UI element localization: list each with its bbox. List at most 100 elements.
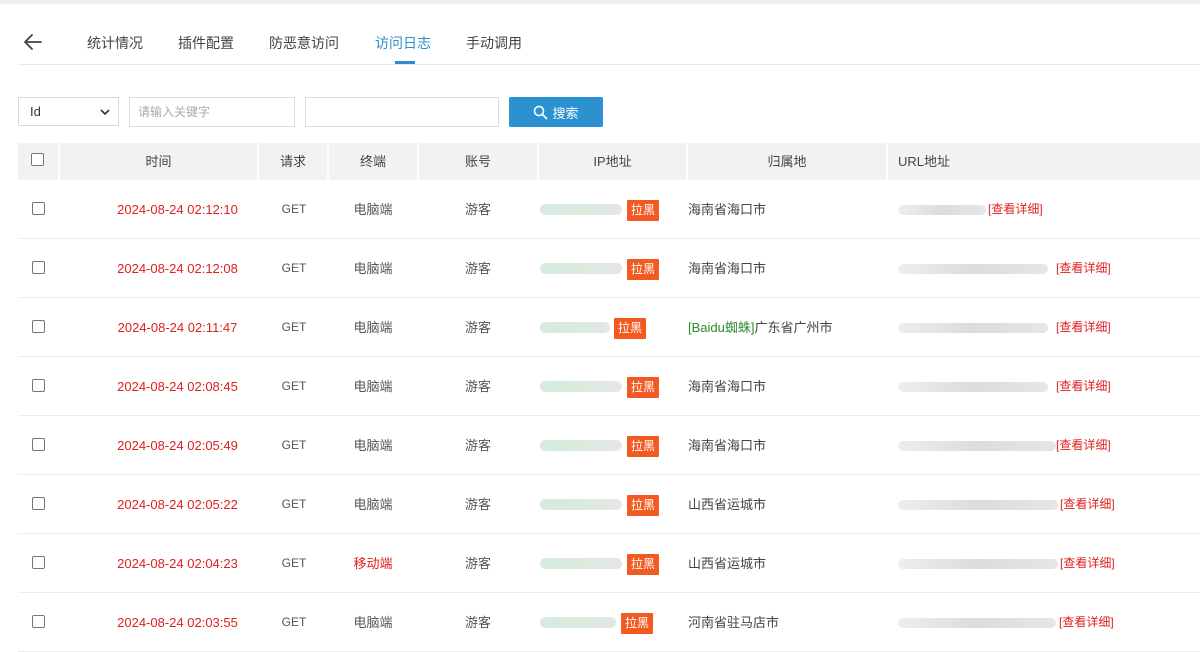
search-button[interactable]: 搜索 xyxy=(509,97,603,127)
row-location-text: 山西省运城市 xyxy=(688,556,767,571)
row-account: 游客 xyxy=(464,615,491,630)
ip-address-redacted xyxy=(540,204,622,215)
tab-access-log[interactable]: 访问日志 xyxy=(375,33,431,53)
date-input[interactable] xyxy=(305,97,499,127)
row-terminal: 电脑端 xyxy=(353,497,393,512)
blacklist-button[interactable]: 拉黑 xyxy=(627,436,660,457)
row-account: 游客 xyxy=(464,438,491,453)
row-location: 海南省海口市 xyxy=(688,180,766,239)
ip-address-redacted xyxy=(540,499,622,510)
row-method: GET xyxy=(281,320,307,334)
row-terminal: 电脑端 xyxy=(353,261,393,276)
header-terminal: 终端 xyxy=(329,143,417,180)
row-location: 海南省海口市 xyxy=(688,357,766,416)
row-terminal: 移动端 xyxy=(353,556,393,571)
url-redacted xyxy=(898,205,986,215)
row-time: 2024-08-24 02:04:23 xyxy=(117,556,238,571)
url-redacted xyxy=(898,500,1058,510)
ip-address-redacted xyxy=(540,381,622,392)
row-checkbox[interactable] xyxy=(32,202,45,215)
tab-anti-malicious[interactable]: 防恶意访问 xyxy=(269,33,339,53)
blacklist-button[interactable]: 拉黑 xyxy=(627,377,660,398)
header-checkbox-cell xyxy=(18,143,58,180)
blacklist-button[interactable]: 拉黑 xyxy=(627,495,660,516)
ip-address-redacted xyxy=(540,263,622,274)
spider-tag: [Baidu蜘蛛] xyxy=(688,320,755,335)
tab-manual-call[interactable]: 手动调用 xyxy=(466,33,522,53)
row-checkbox[interactable] xyxy=(32,320,45,333)
row-account: 游客 xyxy=(464,379,491,394)
view-detail-link[interactable]: [查看详细] xyxy=(1056,357,1111,416)
row-location: 山西省运城市 xyxy=(688,534,766,593)
active-tab-indicator xyxy=(395,61,415,64)
header-location: 归属地 xyxy=(688,143,886,180)
top-strip xyxy=(0,0,1200,4)
view-detail-link[interactable]: [查看详细] xyxy=(1056,239,1111,298)
row-time: 2024-08-24 02:05:22 xyxy=(117,497,238,512)
row-location: 山西省运城市 xyxy=(688,475,766,534)
url-redacted xyxy=(898,441,1056,451)
row-terminal: 电脑端 xyxy=(353,615,393,630)
row-terminal: 电脑端 xyxy=(353,202,393,217)
table-row: 2024-08-24 02:04:23 GET 移动端 游客 拉黑 山西省运城市… xyxy=(18,534,1200,593)
view-detail-link[interactable]: [查看详细] xyxy=(988,180,1043,239)
keyword-input[interactable] xyxy=(129,97,295,127)
row-location: [Baidu蜘蛛]广东省广州市 xyxy=(688,298,833,357)
tab-statistics[interactable]: 统计情况 xyxy=(87,33,143,53)
url-redacted xyxy=(898,382,1048,392)
row-location-text: 海南省海口市 xyxy=(688,202,767,217)
url-redacted xyxy=(898,559,1058,569)
table-header: 时间 请求 终端 账号 IP地址 归属地 URL地址 xyxy=(18,143,1200,180)
select-all-checkbox[interactable] xyxy=(31,153,44,166)
row-time: 2024-08-24 02:03:55 xyxy=(117,615,238,630)
row-location-text: 海南省海口市 xyxy=(688,379,767,394)
row-method: GET xyxy=(281,497,307,511)
blacklist-button[interactable]: 拉黑 xyxy=(614,318,647,339)
header-method: 请求 xyxy=(259,143,327,180)
row-checkbox[interactable] xyxy=(32,261,45,274)
search-button-label: 搜索 xyxy=(552,105,579,121)
row-time: 2024-08-24 02:08:45 xyxy=(117,379,238,394)
header-account: 账号 xyxy=(419,143,537,180)
view-detail-link[interactable]: [查看详细] xyxy=(1060,534,1115,593)
view-detail-link[interactable]: [查看详细] xyxy=(1056,416,1111,475)
row-method: GET xyxy=(281,556,307,570)
table-row: 2024-08-24 02:08:45 GET 电脑端 游客 拉黑 海南省海口市… xyxy=(18,357,1200,416)
view-detail-link[interactable]: [查看详细] xyxy=(1056,298,1111,357)
row-checkbox[interactable] xyxy=(32,379,45,392)
row-checkbox[interactable] xyxy=(32,438,45,451)
row-checkbox[interactable] xyxy=(32,615,45,628)
header-url: URL地址 xyxy=(888,143,1200,180)
row-checkbox[interactable] xyxy=(32,497,45,510)
row-checkbox[interactable] xyxy=(32,556,45,569)
row-terminal: 电脑端 xyxy=(353,379,393,394)
blacklist-button[interactable]: 拉黑 xyxy=(621,613,654,634)
blacklist-button[interactable]: 拉黑 xyxy=(627,200,660,221)
row-method: GET xyxy=(281,438,307,452)
ip-address-redacted xyxy=(540,558,622,569)
row-location: 海南省海口市 xyxy=(688,239,766,298)
field-select[interactable]: Id xyxy=(18,97,119,126)
row-method: GET xyxy=(281,202,307,216)
table-row: 2024-08-24 02:12:10 GET 电脑端 游客 拉黑 海南省海口市… xyxy=(18,180,1200,239)
back-arrow-icon[interactable] xyxy=(22,32,44,52)
blacklist-button[interactable]: 拉黑 xyxy=(627,554,660,575)
row-location: 海南省海口市 xyxy=(688,416,766,475)
row-location: 河南省驻马店市 xyxy=(688,593,779,652)
header-ip: IP地址 xyxy=(539,143,686,180)
view-detail-link[interactable]: [查看详细] xyxy=(1059,593,1114,652)
row-location-text: 海南省海口市 xyxy=(688,438,767,453)
tab-plugin-config[interactable]: 插件配置 xyxy=(178,33,234,53)
blacklist-button[interactable]: 拉黑 xyxy=(627,259,660,280)
row-account: 游客 xyxy=(464,202,491,217)
ip-address-redacted xyxy=(540,617,616,628)
view-detail-link[interactable]: [查看详细] xyxy=(1060,475,1115,534)
url-redacted xyxy=(898,323,1048,333)
row-method: GET xyxy=(281,379,307,393)
row-terminal: 电脑端 xyxy=(353,320,393,335)
table-row: 2024-08-24 02:05:49 GET 电脑端 游客 拉黑 海南省海口市… xyxy=(18,416,1200,475)
row-account: 游客 xyxy=(464,497,491,512)
row-time: 2024-08-24 02:12:08 xyxy=(117,261,238,276)
row-time: 2024-08-24 02:11:47 xyxy=(117,320,238,335)
row-location-text: 河南省驻马店市 xyxy=(688,615,780,630)
